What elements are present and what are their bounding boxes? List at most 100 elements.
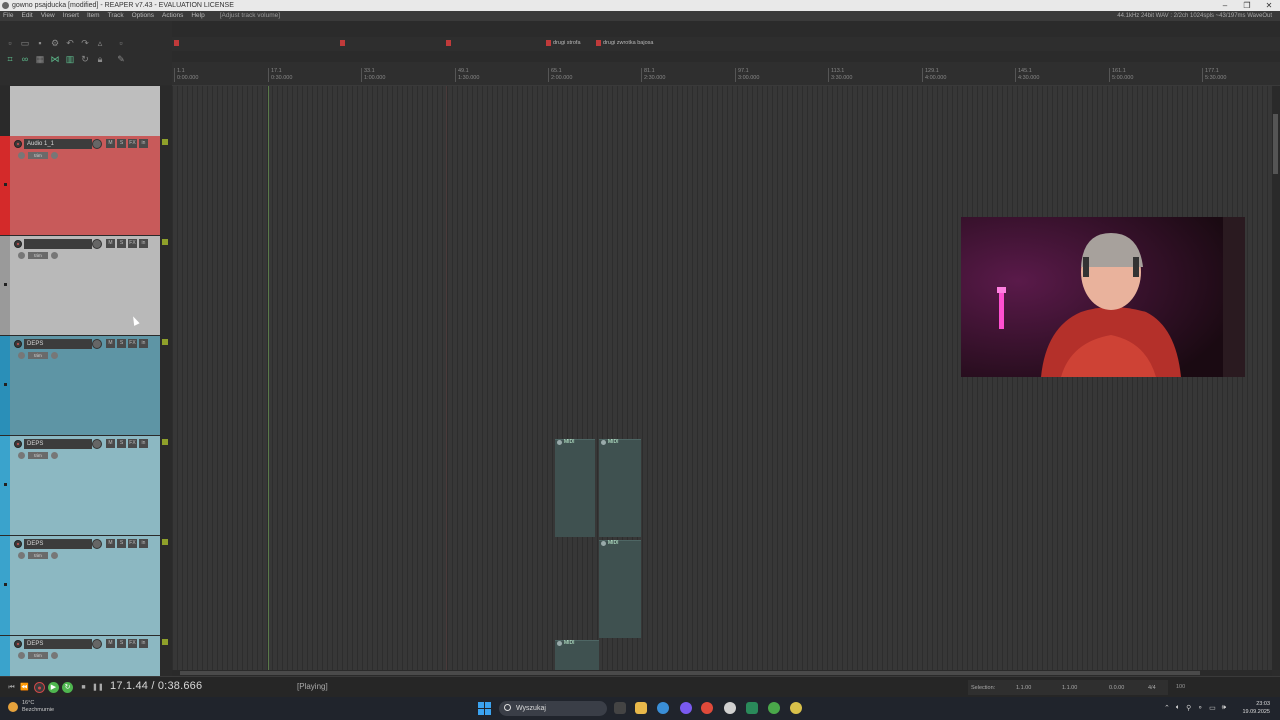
pause-button[interactable]: ❚❚ <box>92 682 104 693</box>
envelope-lock-icon[interactable]: ▥ <box>64 54 76 65</box>
metronome-icon[interactable]: ▵ <box>94 38 106 49</box>
chrome-icon[interactable] <box>701 702 713 714</box>
master-track[interactable] <box>10 86 160 136</box>
fx-button[interactable]: FX <box>128 139 137 148</box>
tray-display-icon[interactable]: ▭ <box>1209 704 1216 712</box>
taskbar-clock[interactable]: 23:03 19.09.2025 <box>1242 700 1270 716</box>
record-arm-button[interactable] <box>14 640 22 648</box>
menu-insert[interactable]: Insert <box>60 11 84 21</box>
fx-button[interactable]: FX <box>128 339 137 348</box>
lock-icon[interactable]: 🔒︎ <box>94 54 106 65</box>
save-project-icon[interactable]: ▪ <box>34 38 46 49</box>
solo-button[interactable]: S <box>117 439 126 448</box>
fx-button[interactable]: FX <box>128 439 137 448</box>
tray-volume-icon[interactable]: 🕪︎ <box>1222 704 1226 712</box>
rewind-icon[interactable]: ⏪ <box>19 682 30 693</box>
ripple-edit-icon[interactable]: ∞ <box>19 54 31 65</box>
tray-speaker-icon[interactable]: 🔈︎ <box>1176 704 1180 712</box>
tool-icon[interactable]: ✎ <box>115 54 127 65</box>
solo-button[interactable]: S <box>117 139 126 148</box>
new-project-icon[interactable]: ▫ <box>4 38 16 49</box>
volume-knob[interactable] <box>92 139 102 149</box>
open-project-icon[interactable]: ▭ <box>19 38 31 49</box>
solo-button[interactable]: S <box>117 639 126 648</box>
pan-knob[interactable] <box>18 352 25 359</box>
input-button[interactable]: in <box>139 339 148 348</box>
discord-icon[interactable] <box>680 702 692 714</box>
track-row[interactable]: Audio 1_1 M S FX in trim <box>0 136 160 236</box>
fx-button[interactable]: FX <box>128 239 137 248</box>
mute-button[interactable]: M <box>106 439 115 448</box>
menu-edit[interactable]: Edit <box>18 11 37 21</box>
task-view-icon[interactable] <box>614 702 626 714</box>
project-settings-icon[interactable]: ⚙ <box>49 38 61 49</box>
pan-knob[interactable] <box>18 652 25 659</box>
tray-network-icon[interactable]: ⚲ <box>1186 704 1191 712</box>
marker-4[interactable]: drugi strofa <box>546 40 581 46</box>
menu-actions[interactable]: Actions <box>159 11 188 21</box>
menu-help[interactable]: Help <box>188 11 209 21</box>
volume-knob[interactable] <box>92 439 102 449</box>
mute-button[interactable]: M <box>106 139 115 148</box>
input-button[interactable]: in <box>139 439 148 448</box>
mute-button[interactable]: M <box>106 339 115 348</box>
volume-knob[interactable] <box>92 239 102 249</box>
record-arm-button[interactable] <box>14 540 22 548</box>
trim-button[interactable]: trim <box>28 652 48 659</box>
record-button[interactable]: ● <box>34 682 45 693</box>
phase-button[interactable] <box>51 552 58 559</box>
volume-knob[interactable] <box>92 539 102 549</box>
trim-button[interactable]: trim <box>28 552 48 559</box>
trim-button[interactable]: trim <box>28 252 48 259</box>
app-icon[interactable] <box>746 702 758 714</box>
track-name-field[interactable]: Audio 1_1 <box>24 139 92 149</box>
input-button[interactable]: in <box>139 639 148 648</box>
grid-toggle-icon[interactable]: ⌗ <box>4 54 16 65</box>
file-explorer-icon[interactable] <box>635 702 647 714</box>
time-signature-field[interactable]: 4/4 <box>1148 685 1156 691</box>
windows-start-icon[interactable] <box>478 702 491 715</box>
arrange-view[interactable]: MIDI MIDI MIDI MIDI <box>172 86 1272 670</box>
solo-button[interactable]: S <box>117 339 126 348</box>
menu-track[interactable]: Track <box>105 11 129 21</box>
telegram-icon[interactable] <box>657 702 669 714</box>
phase-button[interactable] <box>51 452 58 459</box>
selection-start-field[interactable]: 1.1.00 <box>1016 685 1031 691</box>
mute-button[interactable]: M <box>106 639 115 648</box>
midi-item[interactable]: MIDI <box>599 540 641 638</box>
loop-icon[interactable]: ↻ <box>79 54 91 65</box>
track-name-field[interactable]: DEPS <box>24 639 92 649</box>
mute-button[interactable]: M <box>106 539 115 548</box>
track-name-field[interactable] <box>24 239 92 249</box>
input-button[interactable]: in <box>139 239 148 248</box>
track-row[interactable]: DEPS M S FX in trim <box>0 336 160 436</box>
record-arm-button[interactable] <box>14 240 22 248</box>
app-icon[interactable] <box>768 702 780 714</box>
trim-button[interactable]: trim <box>28 152 48 159</box>
close-button[interactable]: ✕ <box>1258 0 1280 11</box>
maximize-button[interactable]: ❐ <box>1236 0 1258 11</box>
undo-icon[interactable]: ↶ <box>64 38 76 49</box>
repeat-button[interactable]: ↻ <box>62 682 73 693</box>
input-button[interactable]: in <box>139 539 148 548</box>
auto-crossfade-icon[interactable]: ⋈ <box>49 54 61 65</box>
stop-button[interactable]: ■ <box>78 682 89 693</box>
pan-knob[interactable] <box>18 152 25 159</box>
track-name-field[interactable]: DEPS <box>24 539 92 549</box>
marker-3[interactable] <box>446 40 453 46</box>
selection-length-field[interactable]: 0.0.00 <box>1109 685 1124 691</box>
marker-5[interactable]: drugi zwrotka bajosa <box>596 40 653 46</box>
play-button[interactable]: ▶ <box>48 682 59 693</box>
selection-end-field[interactable]: 1.1.00 <box>1062 685 1077 691</box>
audio-device-status[interactable]: 44.1kHz 24bit WAV : 2/2ch 1024spls ~43/1… <box>1117 11 1272 21</box>
tray-mic-icon[interactable]: ⚬ <box>1197 704 1203 712</box>
pan-knob[interactable] <box>18 452 25 459</box>
solo-button[interactable]: S <box>117 539 126 548</box>
fx-button[interactable]: FX <box>128 539 137 548</box>
track-name-field[interactable]: DEPS <box>24 439 92 449</box>
track-row[interactable]: DEPS M S FX in trim <box>0 436 160 536</box>
scrollbar-thumb[interactable] <box>1273 114 1278 174</box>
weather-widget[interactable]: 16°C Bezchmurnie <box>8 700 54 714</box>
phase-button[interactable] <box>51 252 58 259</box>
pan-knob[interactable] <box>18 252 25 259</box>
